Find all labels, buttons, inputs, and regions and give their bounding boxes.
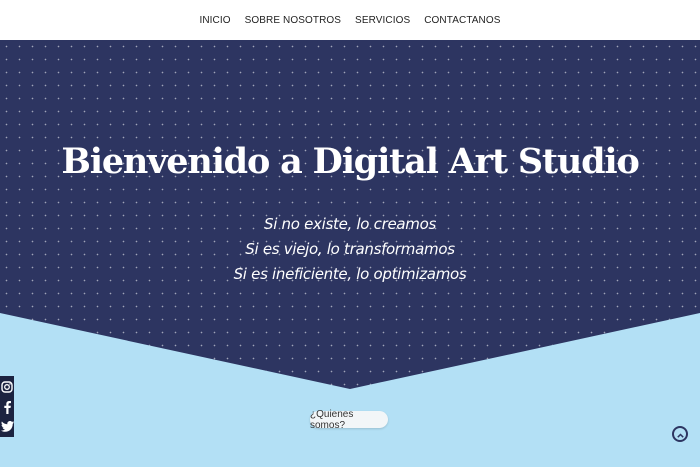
hero-tagline-2: Si es viejo, lo transformamos	[245, 240, 455, 258]
instagram-icon[interactable]	[0, 378, 14, 395]
nav-link-inicio[interactable]: INICIO	[199, 15, 230, 26]
nav-link-servicios[interactable]: SERVICIOS	[355, 15, 410, 26]
facebook-icon[interactable]	[0, 398, 14, 415]
about-us-button[interactable]: ¿Quienes somos?	[310, 409, 388, 431]
scroll-to-top-button[interactable]	[672, 426, 688, 442]
nav-link-contactanos[interactable]: CONTACTANOS	[424, 15, 500, 26]
hero-title: Bienvenido a Digital Art Studio	[61, 141, 640, 182]
nav-link-sobre-nosotros[interactable]: SOBRE NOSOTROS	[245, 15, 341, 26]
chevron-up-icon	[676, 425, 684, 443]
twitter-icon[interactable]	[0, 418, 14, 435]
hero-tagline-3: Si es ineficiente, lo optimizamos	[233, 265, 467, 283]
top-navigation: INICIO SOBRE NOSOTROS SERVICIOS CONTACTA…	[0, 0, 700, 40]
social-links-bar	[0, 376, 14, 437]
hero-tagline-1: Si no existe, lo creamos	[264, 215, 436, 233]
